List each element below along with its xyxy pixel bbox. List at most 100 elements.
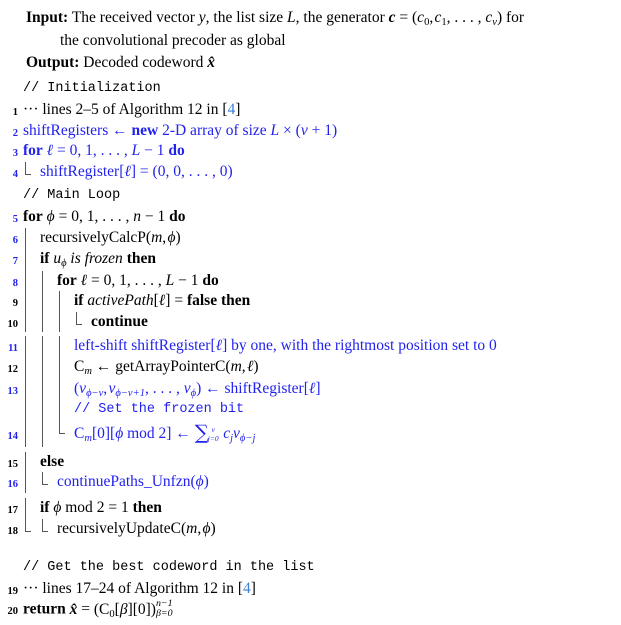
range-0-1: 0, 1: [69, 142, 93, 160]
kw-false: false: [186, 292, 218, 310]
index-ell: [ℓ]: [210, 337, 228, 355]
id-shiftregister: shiftRegister: [131, 337, 211, 355]
index-zero: [0]: [91, 424, 111, 442]
lineno-5: 5: [12, 214, 18, 226]
var-ell: ℓ: [80, 271, 88, 289]
code-line-20: return x̂ = (C0[β][0]) n−1 β=0: [22, 599, 621, 622]
var-phi: ϕ: [53, 499, 62, 517]
args-phi: (ϕ): [190, 473, 209, 491]
code-line-10: continue: [90, 312, 621, 333]
guide-group: [22, 227, 39, 249]
var-ell: ℓ: [46, 142, 54, 160]
guide-group: [22, 311, 90, 333]
indent-guide-2: [39, 420, 56, 447]
code-line-7: if uϕ is frozen then: [39, 249, 621, 271]
indent-guide-end: [56, 420, 73, 447]
guide-group: [22, 161, 39, 183]
lineno-2: 2: [12, 127, 18, 139]
guide-group: [22, 400, 73, 421]
line-row-2: 2 shiftRegisters ← new 2-D array of size…: [0, 121, 621, 142]
lineno-18: 18: [7, 525, 19, 537]
code-line-2: shiftRegisters ← new 2-D array of size L…: [22, 121, 621, 142]
kw-else: else: [40, 452, 65, 470]
lineno-1: 1: [12, 106, 18, 118]
line-row-13: 13 (vϕ−ν, vϕ−ν+1, . . . , vϕ) ← shiftReg…: [0, 378, 621, 401]
literal-1: 1: [120, 499, 129, 517]
line-row-17: 17 if ϕ mod 2 = 1 then: [0, 498, 621, 519]
var-L: L: [270, 121, 280, 139]
code-line-18: recursivelyUpdateC(m, ϕ): [56, 519, 621, 540]
lineno-7: 7: [12, 255, 18, 267]
code-line-1: ··· lines 2–5 of Algorithm 12 in [4]: [22, 100, 621, 121]
lineno-9: 9: [12, 298, 18, 310]
indent-guide-outer-end: [22, 518, 39, 545]
line-row-12: 12 Cm ← getArrayPointerC(m, ℓ): [0, 356, 621, 379]
indent-guide-1: [22, 356, 39, 379]
indent-guide-1: [22, 227, 39, 249]
range-0-1: 0, 1: [103, 271, 127, 289]
line19-text-a: lines 17–24 of Algorithm 12 in [: [42, 579, 244, 597]
left-shift-tail: by one, with the rightmost position set …: [231, 337, 497, 355]
kw-then: then: [220, 292, 251, 310]
one: 1: [190, 271, 199, 289]
code-line-15: else: [39, 452, 621, 473]
range-0-1: 0, 1: [71, 208, 95, 226]
index-ell: [ℓ]: [119, 162, 137, 180]
guide-group: [22, 356, 73, 379]
lineno-6: 6: [12, 234, 18, 246]
lineno-8: 8: [12, 277, 18, 289]
kw-for: for: [57, 271, 77, 289]
line-row-3: 3 for ℓ = 0, 1, . . . , L − 1 do: [0, 141, 621, 162]
line-row-11: 11 left-shift shiftRegister[ℓ] by one, w…: [0, 336, 621, 357]
code-line-14: Cm[0][ϕ mod 2] ← ∑ ν j=0 cjvϕ−j: [73, 421, 621, 446]
line1-text-b: ]: [235, 100, 241, 118]
var-Cm: Cm: [74, 357, 92, 377]
kw-for: for: [23, 142, 43, 160]
var-Cm: Cm: [74, 424, 92, 444]
id-shiftregister: shiftRegister: [224, 379, 304, 397]
args-m-phi: (m, ϕ): [180, 519, 216, 537]
lineno-16: 16: [7, 479, 19, 491]
lineno-blank: 0: [0, 559, 22, 579]
two-d-array-text: 2-D array of size: [162, 121, 267, 139]
dots-glyph: , . . . ,: [94, 208, 134, 226]
comment-row-best-codeword: 0 // Get the best codeword in the list: [0, 559, 621, 579]
kw-if: if: [40, 249, 50, 267]
indent-guide-2: [39, 356, 56, 379]
minus-glyph: −: [144, 142, 153, 160]
guide-group: [22, 472, 56, 493]
kw-then: then: [132, 499, 162, 517]
eq-glyph: =: [91, 271, 100, 289]
comment-row-main-loop: 0 // Main Loop: [0, 187, 621, 207]
indent-guide-end: [22, 161, 39, 183]
eq-glyph: =: [108, 499, 118, 517]
indent-guide-1: [22, 311, 39, 333]
comment-frozen-bit: // Set the frozen bit: [74, 401, 245, 417]
indent-guide-end: [39, 472, 56, 493]
codeword-expr: (C0[β][0]): [93, 600, 156, 620]
var-x-hat: x̂: [69, 600, 78, 618]
input-var-L: L: [287, 9, 296, 26]
code-line-3: for ℓ = 0, 1, . . . , L − 1 do: [22, 141, 621, 162]
kw-do: do: [169, 208, 186, 226]
var-L: L: [165, 271, 175, 289]
line-row-6: 6 recursivelyCalcP(m, ϕ): [0, 227, 621, 249]
guide-group: [22, 378, 73, 401]
indent-guide-3: [56, 356, 73, 379]
id-shiftregisters: shiftRegisters: [23, 121, 109, 139]
citation-ref-4[interactable]: 4: [243, 580, 251, 597]
output-var: x̂: [207, 53, 215, 71]
indent-guide-3: [56, 378, 73, 401]
lineno-blank: 0: [0, 80, 22, 100]
summand: cjvϕ−j: [223, 424, 256, 444]
output-text: Decoded codeword: [83, 53, 208, 71]
arrow-glyph: ←: [95, 357, 112, 375]
comment-row-frozen-bit: 0 // Set the frozen bit: [0, 400, 621, 421]
indent-guide-2: [39, 378, 56, 401]
guide-group: [22, 451, 39, 473]
indent-guide-3: [56, 291, 73, 312]
line-row-14: 14 Cm[0][ϕ mod 2] ← ∑ ν j=0 cjvϕ−j: [0, 420, 621, 447]
id-shiftregister: shiftRegister: [40, 162, 120, 180]
indent-guide-1: [22, 291, 39, 312]
lineno-10: 10: [7, 318, 19, 330]
